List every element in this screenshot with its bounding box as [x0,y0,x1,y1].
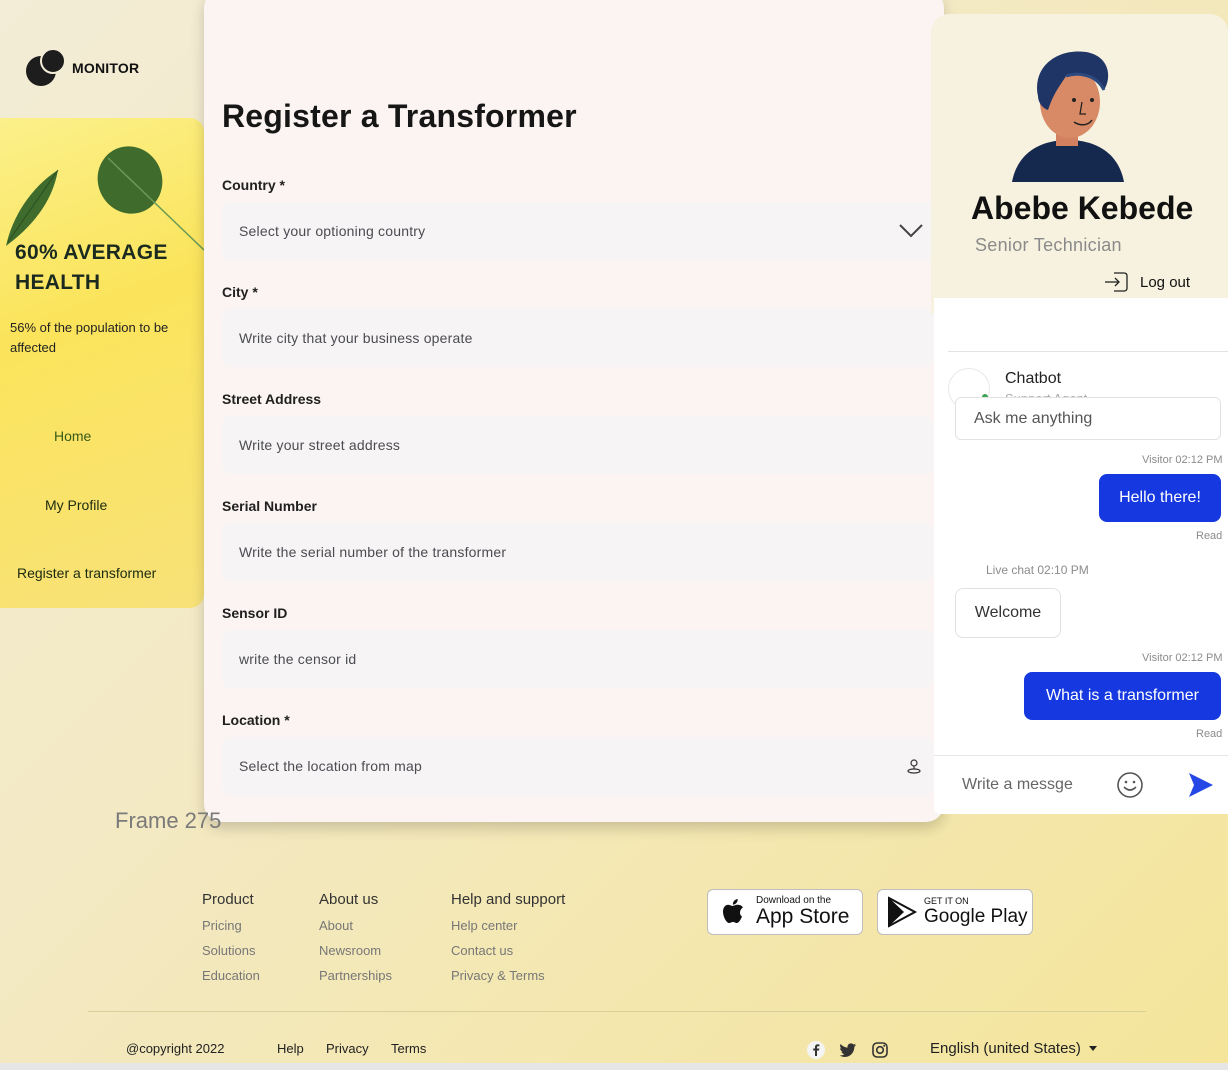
send-icon[interactable] [1187,771,1215,799]
sensor-id-placeholder: write the censor id [239,651,357,667]
nav-home[interactable]: Home [54,428,91,444]
instagram-icon[interactable] [870,1040,890,1060]
logout-button[interactable]: Log out [1104,270,1190,294]
footer-heading-help: Help and support [451,891,566,908]
logo-icon [26,48,66,88]
footer-link-solutions[interactable]: Solutions [202,943,255,958]
message-meta: Visitor 02:12 PM [1142,652,1223,664]
serial-number-label: Serial Number [222,498,317,514]
serial-number-placeholder: Write the serial number of the transform… [239,544,507,560]
footer-link-help-center[interactable]: Help center [451,918,517,933]
footer-link-contact[interactable]: Contact us [451,943,513,958]
sensor-id-input[interactable]: write the censor id [222,630,934,688]
apple-icon [723,899,743,923]
street-address-placeholder: Write your street address [239,437,401,453]
footer-bottom-terms[interactable]: Terms [391,1041,426,1056]
emoji-icon[interactable] [1116,771,1144,799]
chatbot-name: Chatbot [1005,370,1062,387]
footer-link-education[interactable]: Education [202,968,260,983]
nav-register-transformer[interactable]: Register a transformer [17,565,156,581]
frame-label: Frame 275 [115,808,222,833]
caret-down-icon [1088,1046,1097,1051]
footer-bottom-help[interactable]: Help [277,1041,304,1056]
ask-placeholder: Ask me anything [974,409,1093,427]
page-title: Register a Transformer [222,98,577,134]
register-form-card: Register a Transformer Country * Select … [204,0,944,822]
footer-link-about[interactable]: About [319,918,353,933]
city-label: City * [222,284,258,300]
google-play-big-text: Google Play [924,906,1028,927]
agent-message-bubble: Welcome [955,588,1061,638]
footer-link-partnerships[interactable]: Partnerships [319,968,392,983]
logout-icon [1105,272,1128,292]
location-label: Location * [222,712,290,728]
visitor-message-bubble: What is a transformer [1024,672,1221,720]
app-store-button[interactable]: Download on the App Store [707,889,863,935]
nav-my-profile[interactable]: My Profile [45,497,107,513]
street-address-label: Street Address [222,391,322,407]
chat-divider [948,351,1228,352]
footer-link-pricing[interactable]: Pricing [202,918,242,933]
brand-name: MONITOR [72,60,140,76]
location-placeholder: Select the location from map [239,758,423,774]
google-play-icon [888,896,918,928]
message-input[interactable]: Write a messge [962,776,1073,794]
message-meta: Visitor 02:12 PM [1142,454,1223,466]
ask-input[interactable]: Ask me anything [955,397,1221,440]
health-headline: 60% AVERAGE HEALTH [15,241,168,294]
read-receipt: Read [1196,530,1223,542]
profile-name: Abebe Kebede [971,190,1194,226]
google-play-button[interactable]: GET IT ON Google Play [877,889,1033,935]
chevron-down-icon [899,224,923,238]
language-label: English (united States) [930,1040,1081,1057]
footer-heading-about: About us [319,891,379,908]
bottom-strip [0,1063,1228,1070]
copyright: @copyright 2022 [126,1041,225,1056]
footer-link-newsroom[interactable]: Newsroom [319,943,381,958]
language-selector[interactable]: English (united States) [930,1040,1097,1057]
google-play-small-text: GET IT ON [924,896,969,906]
health-subtext: 56% of the population to be affected [10,320,169,355]
brand-logo[interactable]: MONITOR [26,48,139,88]
visitor-message-bubble: Hello there! [1099,474,1221,522]
footer-divider [88,1011,1146,1012]
country-select[interactable]: Select your optioning country [222,202,934,260]
profile-role: Senior Technician [975,235,1122,255]
app-store-big-text: App Store [756,905,850,928]
footer-bottom-privacy[interactable]: Privacy [326,1041,369,1056]
facebook-icon[interactable] [806,1040,826,1060]
map-pin-icon[interactable] [906,758,922,774]
logout-label: Log out [1140,273,1191,291]
message-meta: Live chat 02:10 PM [986,563,1089,577]
country-label: Country * [222,177,285,193]
location-input[interactable]: Select the location from map [222,737,934,795]
country-placeholder: Select your optioning country [239,223,426,239]
footer-heading-product: Product [202,891,254,908]
sensor-id-label: Sensor ID [222,605,288,621]
serial-number-input[interactable]: Write the serial number of the transform… [222,523,934,581]
street-address-input[interactable]: Write your street address [222,416,934,474]
twitter-icon[interactable] [838,1041,858,1059]
sidebar-panel: 60% AVERAGE HEALTH 56% of the population… [0,118,204,608]
city-placeholder: Write city that your business operate [239,330,473,346]
city-input[interactable]: Write city that your business operate [222,309,934,367]
avatar [1012,51,1124,182]
chat-divider [934,755,1228,756]
read-receipt: Read [1196,728,1223,740]
footer-link-privacy-terms[interactable]: Privacy & Terms [451,968,545,983]
